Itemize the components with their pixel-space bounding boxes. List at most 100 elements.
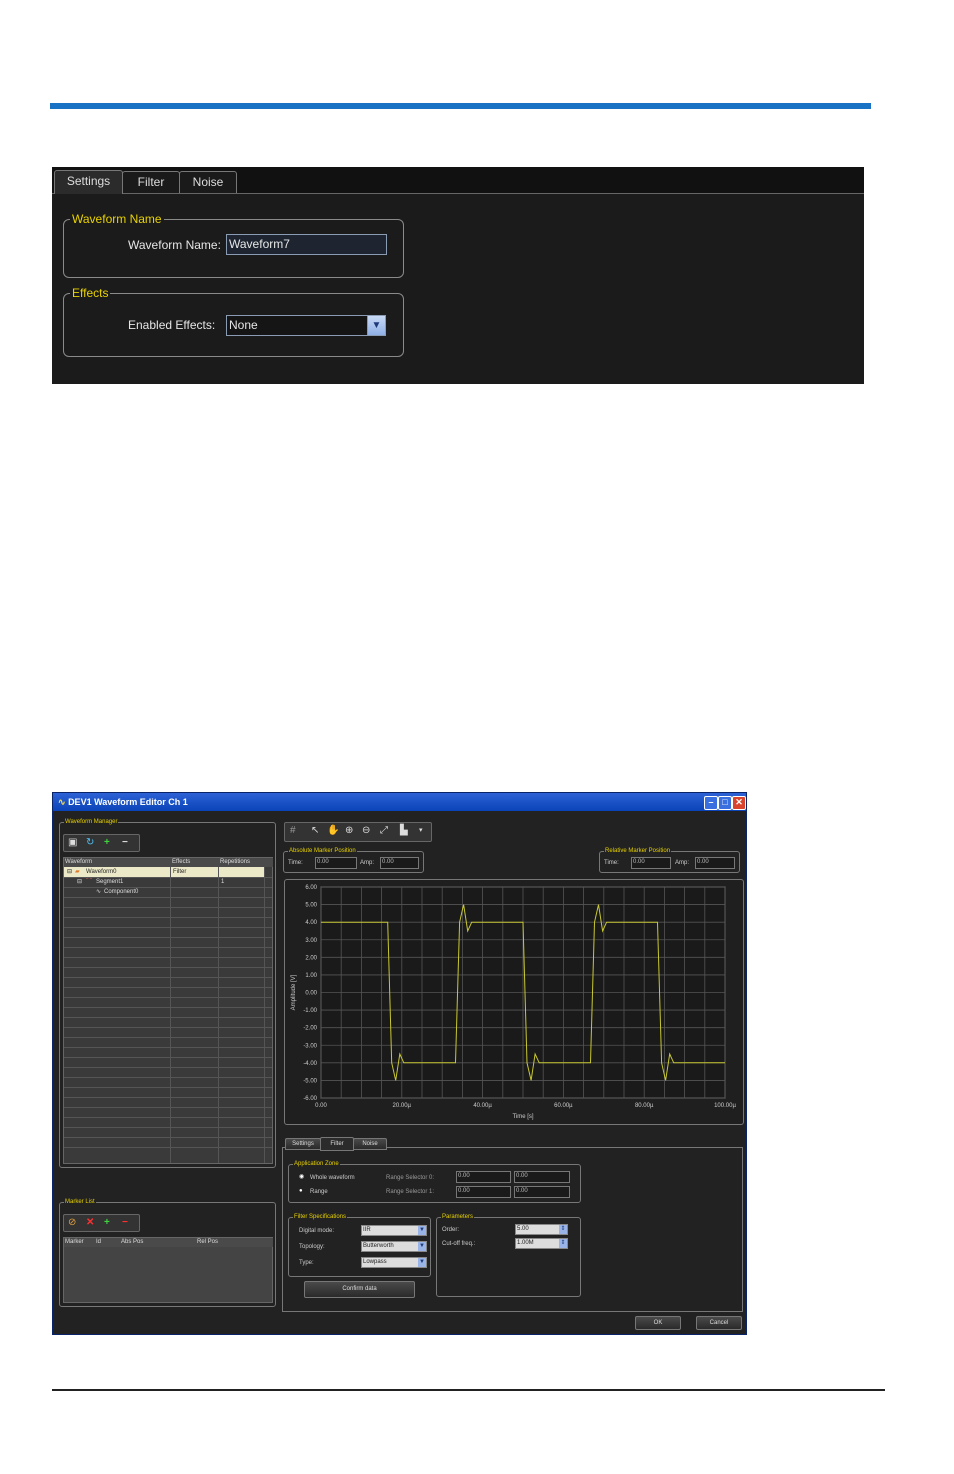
radio-selected-icon[interactable]: ◉ [299, 1173, 304, 1181]
chevron-down-icon[interactable]: ▼ [418, 1242, 426, 1251]
cutoff-stepper[interactable]: 1.00M ⇕ [515, 1238, 568, 1249]
marker-icon[interactable]: ⊘ [68, 1217, 76, 1229]
grid-icon[interactable]: # [290, 825, 296, 837]
y-tick-label: -1.00 [303, 1008, 317, 1014]
header-rule [50, 103, 871, 109]
tab-noise[interactable]: Noise [353, 1138, 387, 1150]
range-selector-0-end[interactable]: 0.00 [514, 1171, 570, 1183]
pointer-icon[interactable]: ↖ [311, 825, 319, 837]
topology-label: Topology: [299, 1244, 325, 1250]
col-effects: Effects [171, 858, 219, 867]
abs-time-input[interactable]: 0.00 [315, 857, 357, 869]
range-selector-1-start[interactable]: 0.00 [456, 1186, 511, 1198]
table-row-component[interactable]: Component0 [104, 888, 138, 897]
parameters-group: Parameters Order: 5.00 ⇕ Cut-off freq.: 1… [436, 1213, 581, 1297]
tab-filter[interactable]: Filter [320, 1137, 354, 1151]
enabled-effects-select[interactable]: None ▼ [226, 315, 386, 336]
waveform-table: Waveform Effects Repetitions ⊟ ▰ Wavefor… [63, 857, 273, 1164]
y-tick-label: -2.00 [303, 1026, 317, 1032]
type-label: Type: [299, 1260, 314, 1266]
waveform-rows: ⊟ ▰ Waveform0 Filter ⊟ ⌒ Segment1 1 ∿ Co… [64, 867, 272, 1163]
table-row-divider [64, 947, 272, 948]
tab-filter[interactable]: Filter [122, 171, 180, 193]
waveform-name-input[interactable]: Waveform7 [226, 234, 387, 255]
enabled-effects-label: Enabled Effects: [128, 318, 216, 332]
add-icon[interactable]: + [104, 837, 110, 849]
waveform-name-label: Waveform Name: [128, 238, 221, 252]
x-tick-label: 0.00 [315, 1103, 327, 1109]
table-row-divider [64, 997, 272, 998]
cancel-button[interactable]: Cancel [696, 1316, 742, 1330]
expand-icon[interactable]: ⊟ [77, 878, 82, 887]
abs-time-label: Time: [288, 860, 303, 866]
chevron-down-icon[interactable]: ▼ [367, 316, 385, 335]
absolute-marker-legend: Absolute Marker Position [288, 847, 357, 855]
table-row-repetitions: 1 [221, 879, 225, 885]
range-selector-1-label: Range Selector 1: [386, 1189, 435, 1195]
y-tick-label: 3.00 [305, 938, 317, 944]
table-row-waveform[interactable]: Waveform0 [86, 868, 116, 877]
minimize-button[interactable]: – [704, 796, 718, 810]
y-tick-label: 2.00 [305, 955, 317, 961]
ok-button[interactable]: OK [635, 1316, 681, 1330]
order-stepper[interactable]: 5.00 ⇕ [515, 1224, 568, 1235]
range-selector-1-end[interactable]: 0.00 [514, 1186, 570, 1198]
chevron-down-icon[interactable]: ▾ [419, 825, 423, 837]
pan-icon[interactable]: ✋ [327, 825, 339, 837]
parameters-legend: Parameters [441, 1213, 475, 1221]
digital-mode-select[interactable]: IIR ▼ [361, 1225, 427, 1236]
folder-icon: ▰ [75, 869, 80, 875]
zoom-out-icon[interactable]: ⊖ [362, 825, 370, 837]
type-select[interactable]: Lowpass ▼ [361, 1257, 427, 1268]
maximize-button[interactable]: □ [718, 796, 732, 810]
relative-marker-legend: Relative Marker Position [604, 847, 672, 855]
table-row-divider [64, 917, 272, 918]
waveform-name-group: Waveform Name Waveform Name: Waveform7 [63, 212, 404, 278]
col-id: Id [95, 1238, 120, 1247]
import-icon[interactable]: ▣ [68, 837, 77, 849]
spinner-icon[interactable]: ⇕ [559, 1239, 567, 1248]
table-row-divider [64, 1067, 272, 1068]
chevron-down-icon[interactable]: ▼ [418, 1226, 426, 1235]
waveform-editor-window: ∿ DEV1 Waveform Editor Ch 1 – □ ✕ Wavefo… [52, 792, 747, 1335]
tab-settings[interactable]: Settings [54, 170, 123, 194]
chevron-down-icon[interactable]: ▼ [418, 1258, 426, 1267]
remove-icon[interactable]: − [122, 1217, 128, 1229]
abs-amp-input[interactable]: 0.00 [380, 857, 419, 869]
table-row-divider [64, 1017, 272, 1018]
y-tick-label: 6.00 [305, 885, 317, 891]
table-row-divider [64, 977, 272, 978]
table-row-divider [64, 1047, 272, 1048]
waveform-chart[interactable]: 6.00 5.00 4.00 3.00 2.00 1.00 0.00 -1.00 -2.00 -3… [285, 880, 743, 1124]
tab-noise[interactable]: Noise [179, 171, 237, 193]
expand-icon[interactable]: ⊟ [67, 868, 72, 877]
add-icon[interactable]: + [104, 1217, 110, 1229]
remove-icon[interactable]: − [122, 837, 128, 849]
whole-waveform-label: Whole waveform [310, 1175, 355, 1181]
topology-value: Butterworth [363, 1243, 394, 1249]
window-title: ∿ DEV1 Waveform Editor Ch 1 [58, 793, 188, 811]
tab-settings[interactable]: Settings [285, 1138, 321, 1150]
zoom-in-icon[interactable]: ⊕ [345, 825, 353, 837]
delete-icon[interactable]: ✕ [86, 1217, 94, 1229]
confirm-data-button[interactable]: Confirm data [304, 1281, 415, 1298]
absolute-marker-group: Absolute Marker Position Time: 0.00 Amp:… [283, 847, 424, 873]
table-row-segment[interactable]: Segment1 [96, 878, 123, 887]
x-axis-label: Time [s] [512, 1114, 533, 1120]
range-selector-0-start[interactable]: 0.00 [456, 1171, 511, 1183]
rel-amp-input[interactable]: 0.00 [695, 857, 735, 869]
close-button[interactable]: ✕ [732, 796, 746, 810]
chart-icon[interactable]: ▙ [400, 825, 408, 837]
spinner-icon[interactable]: ⇕ [559, 1225, 567, 1234]
zoom-fit-icon[interactable]: ⤢ [380, 825, 388, 837]
col-marker: Marker [64, 1238, 95, 1247]
filter-spec-group: Filter Specifications Digital mode: IIR ▼… [288, 1213, 431, 1277]
radio-unselected-icon[interactable]: ● [299, 1187, 303, 1195]
y-tick-label: -3.00 [303, 1043, 317, 1049]
table-row-divider [64, 1077, 272, 1078]
rel-time-input[interactable]: 0.00 [631, 857, 671, 869]
col-repetitions: Repetitions [219, 858, 273, 867]
topology-select[interactable]: Butterworth ▼ [361, 1241, 427, 1252]
refresh-icon[interactable]: ↻ [86, 837, 94, 849]
enabled-effects-value: None [229, 318, 258, 332]
